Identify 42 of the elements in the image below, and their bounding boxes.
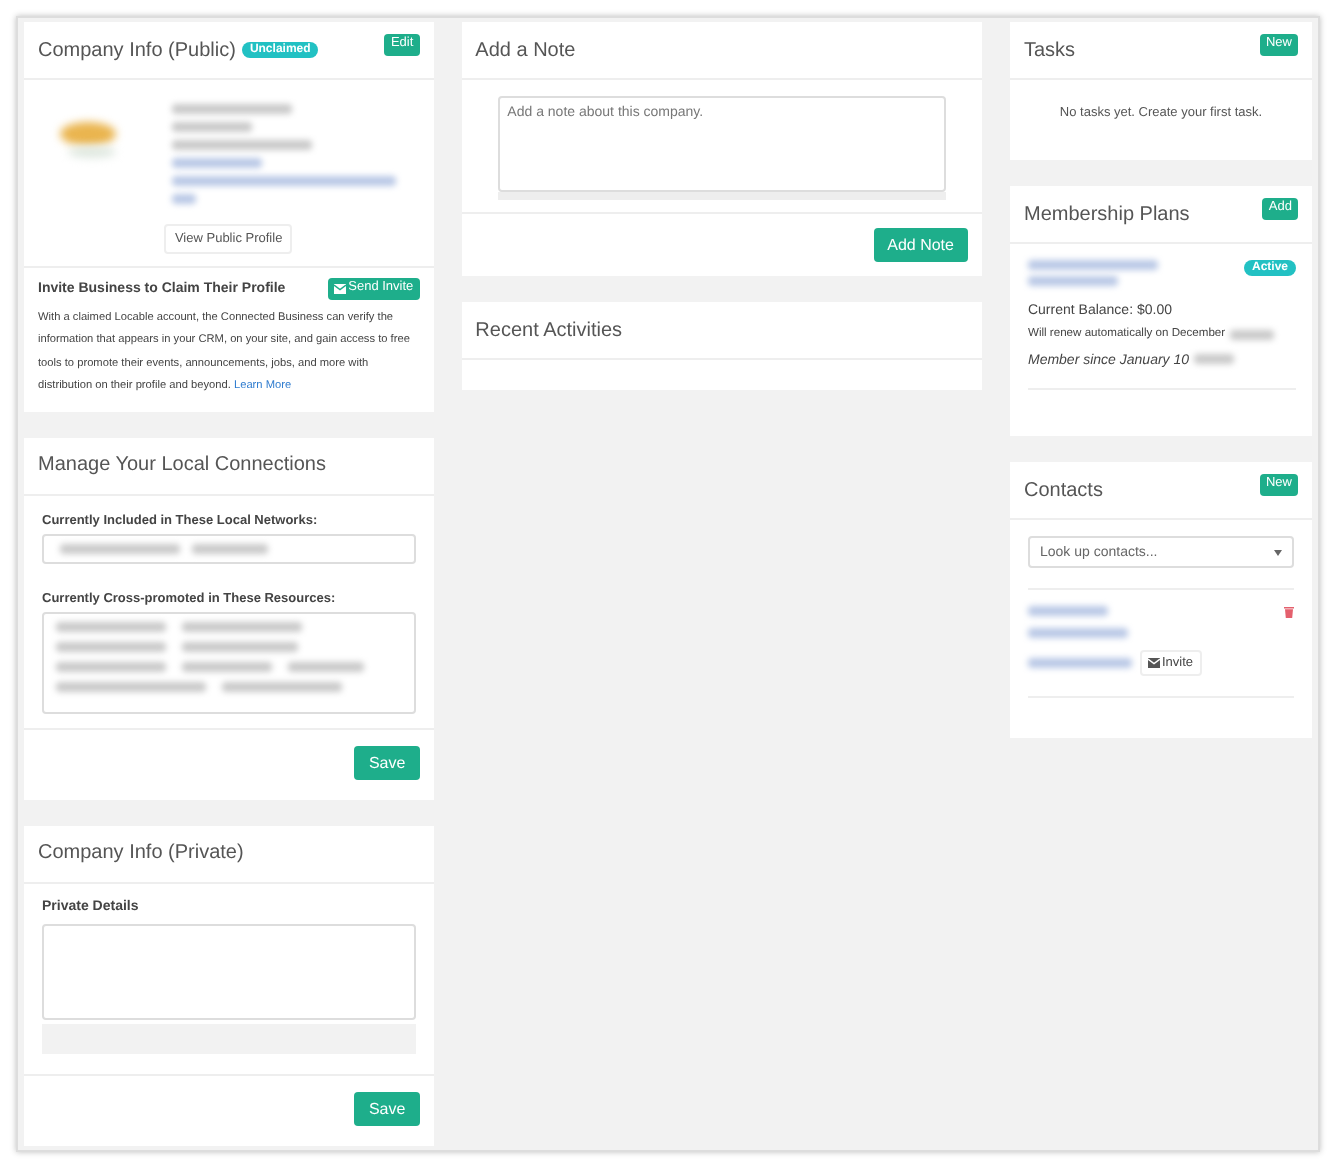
redacted-text: [182, 661, 272, 672]
redacted-text: [192, 543, 268, 554]
redacted-text: [172, 122, 252, 132]
redacted-text: [1027, 260, 1158, 270]
resize-handle[interactable]: [497, 192, 946, 200]
redacted-text: [56, 621, 166, 632]
redacted-text: [182, 641, 298, 652]
redacted-text: [172, 140, 312, 150]
private-details-field[interactable]: [42, 923, 416, 1020]
card-title: Membership Plans: [1023, 203, 1190, 225]
redacted-text: [1027, 628, 1128, 638]
redacted-text: [1027, 658, 1132, 668]
card-title: Add a Note: [475, 39, 576, 61]
redacted-text: [172, 104, 292, 114]
redacted-text: [1027, 276, 1118, 286]
redacted-text: [1229, 329, 1274, 339]
card-title: Company Info (Public): [38, 39, 236, 61]
card-title: Manage Your Local Connections: [38, 454, 326, 477]
redacted-text: [56, 641, 166, 652]
redacted-text: [56, 661, 166, 672]
redacted-text: [60, 543, 180, 554]
trash-icon[interactable]: [1284, 606, 1294, 618]
add-note-button[interactable]: Add Note: [873, 228, 968, 262]
save-button[interactable]: Save: [354, 745, 420, 780]
card-title: Contacts: [1023, 479, 1103, 501]
caret-icon: [1274, 550, 1282, 556]
card-title: Company Info (Private): [38, 842, 244, 865]
resources-field[interactable]: [42, 611, 416, 714]
resize-handle[interactable]: [42, 1023, 416, 1054]
envelope-icon: [334, 283, 347, 294]
redacted-text: [172, 158, 262, 168]
redacted-text: [172, 194, 196, 204]
redacted-text: [222, 681, 342, 692]
redacted-text: [182, 621, 302, 632]
envelope-icon: [1147, 658, 1160, 668]
redacted-text: [288, 661, 364, 672]
save-button[interactable]: Save: [354, 1091, 420, 1126]
redacted-text: [1027, 606, 1108, 616]
card-title: Recent Activities: [475, 319, 623, 341]
networks-field[interactable]: [42, 533, 416, 564]
redacted-text: [1193, 354, 1234, 364]
card-title: Tasks: [1023, 39, 1076, 61]
